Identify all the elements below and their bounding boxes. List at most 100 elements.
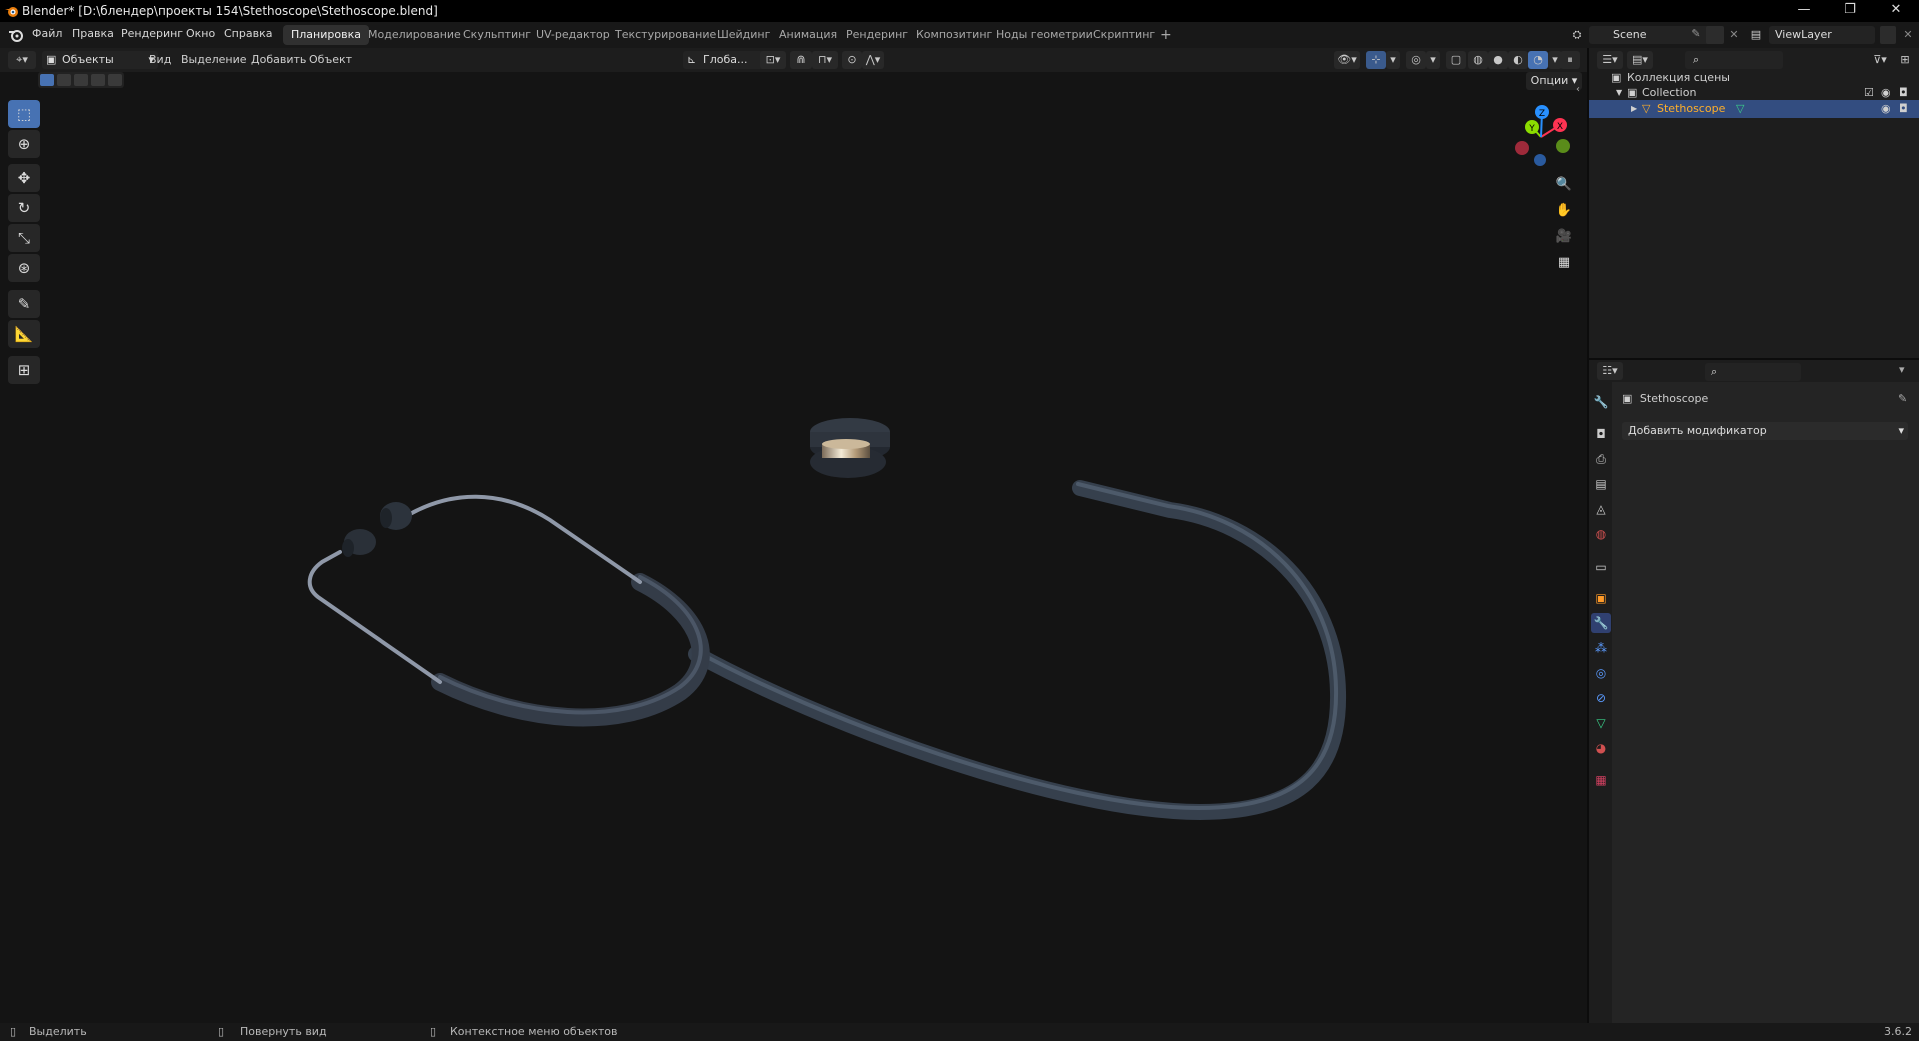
camera-render-icon[interactable]: ◘ [1899, 100, 1908, 118]
falloff-icon[interactable]: ⋀▾ [862, 51, 884, 69]
collection-tab-icon[interactable]: ▭ [1591, 557, 1611, 577]
view-layer-tab-icon[interactable]: ▤ [1591, 474, 1611, 494]
proportional-edit-icon[interactable]: ⊙ [842, 51, 862, 69]
new-scene-icon[interactable] [1706, 26, 1724, 44]
area-separator[interactable] [1589, 358, 1919, 360]
new-viewlayer-icon[interactable] [1880, 26, 1896, 44]
annotate-tool-icon[interactable]: ✎ [8, 290, 40, 318]
options-dropdown[interactable]: Опции ▾ [1526, 72, 1582, 90]
overlays-dropdown-icon[interactable]: ▾ [1426, 51, 1440, 69]
mode-dropdown[interactable]: ▣ Объекты ▾ [42, 51, 158, 69]
minimize-button[interactable]: — [1781, 0, 1827, 22]
scene-icon[interactable]: ⛭ [1567, 26, 1587, 44]
menu-object[interactable]: Объект [309, 51, 352, 69]
particles-tab-icon[interactable]: ⁂ [1591, 638, 1611, 658]
maximize-button[interactable]: ❐ [1827, 0, 1873, 22]
snap-target-icon[interactable]: ⊓▾ [812, 51, 838, 69]
select-new-icon[interactable] [40, 74, 54, 86]
tool-tab-icon[interactable]: 🔧 [1591, 392, 1611, 412]
scene-tab-icon[interactable]: ◬ [1591, 499, 1611, 519]
delete-viewlayer-icon[interactable]: ✕ [1900, 26, 1916, 44]
tab-animation[interactable]: Анимация [771, 25, 845, 45]
modifier-tab-icon[interactable]: 🔧 [1591, 613, 1611, 633]
outliner-editor-type-icon[interactable]: ☰▾ [1597, 51, 1623, 69]
world-tab-icon[interactable]: ◍ [1591, 524, 1611, 544]
scale-tool-icon[interactable]: ⤡ [8, 224, 40, 252]
tab-texture-paint[interactable]: Текстурирование [607, 25, 724, 45]
pin-icon[interactable]: ✎ [1688, 27, 1704, 43]
gizmo-dropdown-icon[interactable]: ▾ [1386, 51, 1400, 69]
texture-tab-icon[interactable]: ▦ [1591, 770, 1611, 790]
measure-tool-icon[interactable]: 📐 [8, 320, 40, 348]
snap-icon[interactable]: ⋒ [790, 51, 812, 69]
new-collection-icon[interactable]: ⊞ [1895, 51, 1915, 69]
menu-window[interactable]: Окно [186, 27, 215, 40]
mesh-data-icon[interactable]: ▽ [1736, 100, 1744, 118]
display-mode-icon[interactable]: ▤▾ [1627, 51, 1653, 69]
blender-menu-icon[interactable] [8, 27, 24, 43]
tab-geometry-nodes[interactable]: Ноды геометрии [988, 25, 1101, 45]
perspective-grid-icon[interactable]: ▦ [1553, 252, 1575, 274]
pan-hand-icon[interactable]: ✋ [1553, 200, 1575, 222]
render-tab-icon[interactable]: ◘ [1591, 424, 1611, 444]
menu-file[interactable]: Файл [32, 27, 62, 40]
stethoscope-model[interactable] [300, 392, 1350, 852]
visibility-icon[interactable]: 👁▾ [1334, 51, 1360, 69]
camera-view-icon[interactable]: 🎥 [1553, 226, 1575, 248]
select-box-tool-icon[interactable]: ⬚ [8, 100, 40, 128]
properties-editor-type-icon[interactable]: ☷▾ [1597, 362, 1623, 380]
pause-render-icon[interactable]: ⏸ [1560, 51, 1580, 69]
add-cube-tool-icon[interactable]: ⊞ [8, 356, 40, 384]
3d-viewport[interactable]: Опции ▾ ⬚ ⊕ ✥ ↻ ⤡ ⊛ ✎ 📐 ⊞ X Y Z ‹ 🔍 ✋ 🎥 … [0, 72, 1587, 1023]
tab-uv-editing[interactable]: UV-редактор [528, 25, 618, 45]
menu-help[interactable]: Справка [224, 27, 272, 40]
gizmo-neg-z-axis[interactable] [1534, 154, 1546, 166]
navigation-gizmo[interactable]: X Y Z [1506, 102, 1576, 172]
gizmo-neg-x-axis[interactable] [1515, 141, 1529, 155]
collapse-arrow-icon[interactable]: ▶ [1631, 100, 1637, 118]
eye-icon[interactable]: ◉ [1881, 100, 1891, 118]
constraints-tab-icon[interactable]: ⊘ [1591, 688, 1611, 708]
select-invert-icon[interactable] [91, 74, 105, 86]
close-button[interactable]: ✕ [1873, 0, 1919, 22]
gizmo-neg-y-axis[interactable] [1556, 139, 1570, 153]
tab-rendering[interactable]: Рендеринг [838, 25, 916, 45]
outliner-search-input[interactable]: ⌕ [1685, 51, 1783, 69]
outliner-row-stethoscope[interactable]: ▶ ▽ Stethoscope ▽ ◉ ◘ [1589, 100, 1919, 118]
select-subtract-icon[interactable] [74, 74, 88, 86]
zoom-icon[interactable]: 🔍 [1553, 174, 1575, 196]
transform-tool-icon[interactable]: ⊛ [8, 254, 40, 282]
output-tab-icon[interactable]: ⎙ [1591, 449, 1611, 469]
filter-icon[interactable]: ⊽▾ [1867, 51, 1893, 69]
menu-view[interactable]: Вид [149, 51, 171, 69]
properties-options-icon[interactable]: ▾ [1899, 363, 1905, 376]
physics-tab-icon[interactable]: ◎ [1591, 663, 1611, 683]
menu-edit[interactable]: Правка [72, 27, 114, 40]
pin-icon[interactable]: ✎ [1898, 392, 1907, 405]
delete-scene-icon[interactable]: ✕ [1726, 26, 1742, 44]
area-separator[interactable] [1587, 48, 1589, 1023]
rendered-shading-icon[interactable]: ◔ [1528, 51, 1548, 69]
add-modifier-dropdown[interactable]: Добавить модификатор ▾ [1622, 422, 1908, 440]
add-workspace-button[interactable]: + [1152, 25, 1180, 45]
overlays-toggle-icon[interactable]: ◎ [1406, 51, 1426, 69]
viewlayer-icon[interactable]: ▤ [1745, 26, 1767, 44]
gizmo-toggle-icon[interactable]: ⊹ [1366, 51, 1386, 69]
cursor-tool-icon[interactable]: ⊕ [8, 130, 40, 158]
pivot-point-icon[interactable]: ⊡▾ [760, 51, 786, 69]
properties-search-input[interactable]: ⌕ [1705, 363, 1801, 381]
object-tab-icon[interactable]: ▣ [1591, 588, 1611, 608]
tab-layout[interactable]: Планировка [283, 25, 369, 45]
material-tab-icon[interactable]: ◕ [1591, 738, 1611, 758]
select-extend-icon[interactable] [57, 74, 71, 86]
editor-type-icon[interactable]: ⌖▾ [8, 51, 36, 69]
menu-add[interactable]: Добавить [251, 51, 306, 69]
menu-select[interactable]: Выделение [181, 51, 247, 69]
tab-modeling[interactable]: Моделирование [360, 25, 469, 45]
select-intersect-icon[interactable] [108, 74, 122, 86]
tab-sculpting[interactable]: Скульптинг [455, 25, 539, 45]
menu-render[interactable]: Рендеринг [121, 27, 183, 40]
tab-shading[interactable]: Шейдинг [709, 25, 778, 45]
tab-compositing[interactable]: Композитинг [908, 25, 1000, 45]
move-tool-icon[interactable]: ✥ [8, 164, 40, 192]
